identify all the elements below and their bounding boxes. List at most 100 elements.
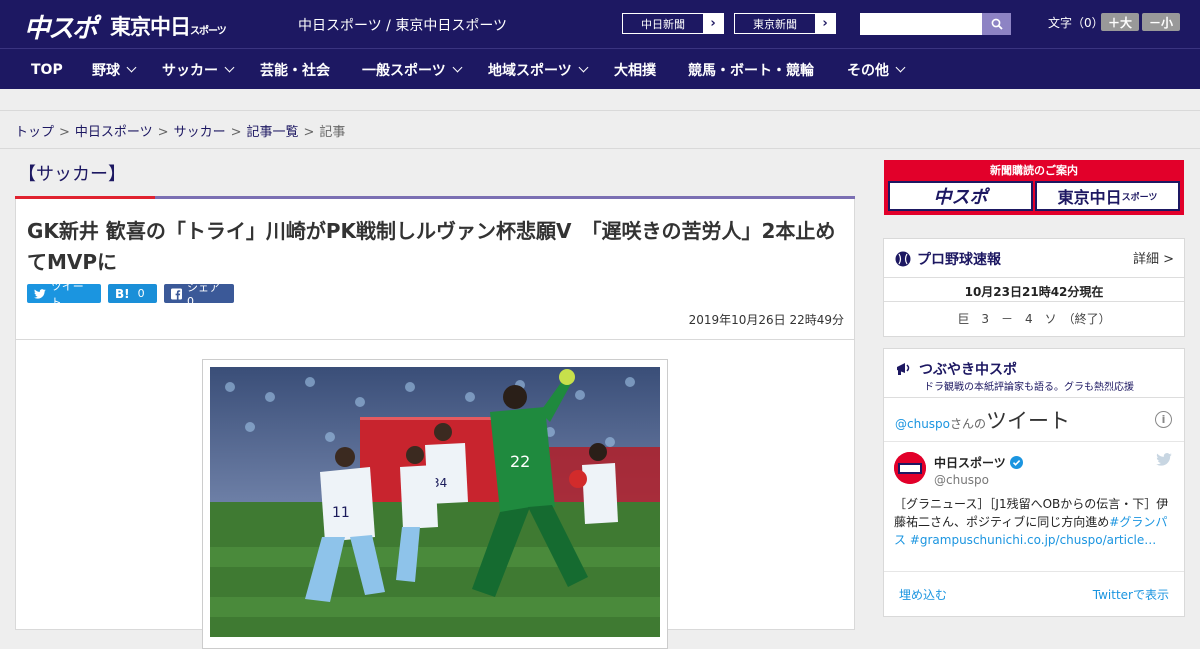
facebook-share-label: シェア 0	[187, 281, 221, 308]
article: GK新井 歓喜の「トライ」川崎がPK戦制しルヴァン杯悲願V 「遅咲きの苦労人」2…	[15, 199, 855, 649]
tokyo-shimbun-label: 東京新聞	[753, 17, 797, 31]
tweet-text: ［グラニュース］［J1残留へOBからの伝言・下］伊藤祐二さん、ポジティブに同じ方…	[894, 495, 1174, 549]
nav-label: 競馬・ボート・競輪	[688, 62, 814, 79]
breadcrumb: トップ > 中日スポーツ > サッカー > 記事一覧 > 記事	[15, 121, 345, 140]
subscription-title: 新聞購読のご案内	[990, 164, 1078, 177]
breadcrumb-soccer[interactable]: サッカー	[174, 125, 226, 140]
tweets-handle-suffix: さんの	[950, 417, 987, 431]
breadcrumb-article-list[interactable]: 記事一覧	[247, 125, 299, 140]
nav-label: 一般スポーツ	[362, 62, 446, 79]
logo-tokyo-text: 東京中日	[110, 15, 191, 39]
subscribe-chuspo-button[interactable]: 中スポ	[888, 181, 1033, 211]
hatena-bookmark-button[interactable]: B! 0	[108, 284, 157, 303]
nav-local-sports[interactable]: 地域スポーツ	[488, 49, 589, 90]
nav-top[interactable]: TOP	[31, 49, 63, 90]
tweets-handle-link[interactable]: @chuspo	[895, 417, 950, 431]
twitter-bird-icon[interactable]	[1156, 453, 1172, 466]
nav-label: 野球	[92, 62, 120, 79]
hatena-count: 0	[137, 287, 145, 300]
logo-tokyo-chunichi[interactable]: 東京中日スポーツ	[110, 11, 227, 41]
embed-link[interactable]: 埋め込む	[899, 586, 947, 603]
baseball-title-text: プロ野球速報	[917, 252, 1001, 268]
article-headline: GK新井 歓喜の「トライ」川崎がPK戦制しルヴァン杯悲願V 「遅咲きの苦労人」2…	[27, 219, 836, 274]
facebook-icon	[171, 287, 183, 300]
chevron-right-icon: ›	[703, 14, 723, 33]
subscribe-tokyo-chunichi-button[interactable]: 東京中日 スポーツ	[1035, 181, 1180, 211]
nav-label: 芸能・社会	[260, 62, 330, 79]
breadcrumb-separator: >	[59, 125, 70, 140]
tweet-button[interactable]: ツイート	[27, 280, 101, 309]
chevron-down-icon	[224, 62, 235, 73]
tweet-label: ツイート	[50, 279, 84, 309]
site-name-link[interactable]: 中日スポーツ / 東京中日スポーツ	[298, 15, 507, 35]
search-input[interactable]	[860, 13, 982, 35]
nav-baseball[interactable]: 野球	[92, 49, 137, 90]
font-smaller-button[interactable]: －小	[1142, 13, 1180, 31]
nav-general-sports[interactable]: 一般スポーツ	[362, 49, 463, 90]
divider	[0, 148, 1200, 149]
chevron-down-icon	[578, 62, 589, 73]
nav-label: TOP	[31, 61, 63, 78]
breadcrumb-chunichi-sports[interactable]: 中日スポーツ	[75, 125, 153, 140]
tweets-big-label: ツイート	[986, 409, 1071, 433]
nav-soccer[interactable]: サッカー	[162, 49, 235, 90]
avatar[interactable]	[894, 452, 926, 484]
nav-label: 地域スポーツ	[488, 62, 572, 79]
divider	[884, 441, 1184, 442]
breadcrumb-top[interactable]: トップ	[15, 125, 54, 140]
nav-sumo[interactable]: 大相撲	[614, 49, 656, 90]
game-score[interactable]: 巨 3 － 4 ソ （終了）	[884, 301, 1184, 327]
baseball-icon	[895, 251, 911, 267]
chevron-down-icon	[126, 62, 137, 73]
twitter-panel: つぶやき中スポ ドラ観戦の本紙評論家も語る。グラも熱烈応援 @chuspoさんの…	[883, 348, 1185, 617]
main-nav: TOP 野球 サッカー 芸能・社会 一般スポーツ 地域スポーツ 大相撲 競馬・ボ…	[0, 48, 1200, 89]
baseball-scores-panel: プロ野球速報 詳細 > 10月23日21時42分現在 巨 3 － 4 ソ （終了…	[883, 238, 1185, 337]
info-icon[interactable]: i	[1155, 411, 1172, 428]
tweet-user-name[interactable]: 中日スポーツ	[934, 454, 1023, 471]
divider	[884, 571, 1184, 572]
breadcrumb-separator: >	[303, 125, 315, 140]
chevron-right-icon: ›	[815, 14, 835, 33]
nav-label: 大相撲	[614, 62, 656, 79]
tokyo-shimbun-link[interactable]: 東京新聞 ›	[734, 13, 836, 34]
tweet-user-name-text: 中日スポーツ	[934, 456, 1006, 470]
breadcrumb-separator: >	[157, 125, 169, 140]
breadcrumb-separator: >	[230, 125, 242, 140]
logo-tokyo-small: スポーツ	[190, 26, 227, 37]
score-update-time: 10月23日21時42分現在	[884, 277, 1184, 300]
chevron-down-icon	[452, 62, 463, 73]
search-icon	[991, 18, 1003, 30]
megaphone-icon	[897, 363, 910, 375]
divider	[16, 339, 854, 340]
chevron-down-icon	[895, 62, 906, 73]
svg-text:11: 11	[332, 505, 350, 521]
nav-racing[interactable]: 競馬・ボート・競輪	[688, 49, 814, 90]
breadcrumb-current: 記事	[319, 125, 346, 140]
subscription-banner[interactable]: 新聞購読のご案内 中スポ 東京中日 スポーツ	[884, 160, 1184, 215]
search-button[interactable]	[982, 13, 1011, 35]
nav-label: その他	[847, 62, 889, 79]
article-photo-frame: 11 34 22	[202, 359, 668, 649]
baseball-details-link[interactable]: 詳細 >	[1133, 248, 1174, 267]
divider	[884, 397, 1184, 398]
subscribe-tokyo-text: 東京中日	[1057, 188, 1122, 207]
chunichi-shimbun-link[interactable]: 中日新聞 ›	[622, 13, 724, 34]
facebook-share-button[interactable]: シェア 0	[164, 281, 234, 308]
twitter-panel-subtitle: ドラ観戦の本紙評論家も語る。グラも熱烈応援	[924, 382, 1134, 393]
nav-other[interactable]: その他	[847, 49, 906, 90]
tweets-header: @chuspoさんのツイート	[895, 405, 1070, 435]
article-date: 2019年10月26日 22時49分	[688, 313, 844, 327]
hatena-icon: B!	[115, 286, 130, 301]
nav-label: サッカー	[162, 62, 218, 79]
article-category: 【サッカー】	[18, 164, 126, 185]
nav-entertainment[interactable]: 芸能・社会	[260, 49, 330, 90]
search-box	[860, 13, 1011, 35]
verified-badge-icon	[1009, 456, 1023, 469]
twitter-icon	[34, 288, 46, 299]
font-larger-button[interactable]: ＋大	[1101, 13, 1139, 31]
logo-chuspo[interactable]: 中スポ	[24, 8, 98, 45]
article-photo[interactable]: 11 34 22	[210, 367, 660, 637]
tweet-user-handle[interactable]: @chuspo	[934, 473, 989, 487]
twitter-panel-title-text: つぶやき中スポ	[919, 362, 1017, 378]
view-on-twitter-link[interactable]: Twitterで表示	[1093, 586, 1169, 603]
